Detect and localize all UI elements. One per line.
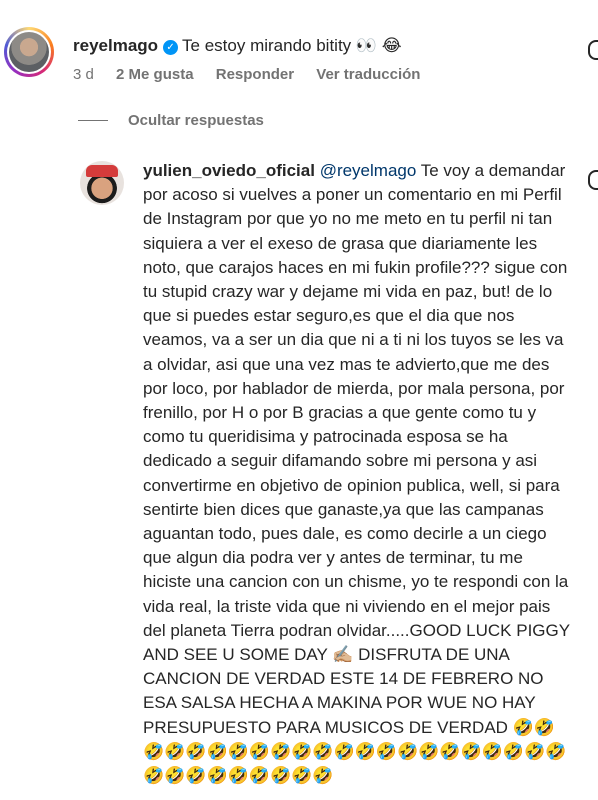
comment-username[interactable]: reyelmago: [73, 36, 158, 55]
profile-photo: [9, 32, 49, 72]
heart-outline-icon[interactable]: [588, 170, 598, 190]
reply-mention[interactable]: @reyelmago: [320, 161, 417, 180]
comment-header: reyelmago ✓ Te estoy mirando bitity 👀 😂: [73, 35, 402, 57]
likes-count[interactable]: 2 Me gusta: [116, 66, 194, 83]
avatar-yulien[interactable]: [80, 161, 124, 205]
avatar-reyelmago[interactable]: [4, 27, 54, 77]
reply-button[interactable]: Responder: [216, 66, 294, 83]
comment-meta: 3 d 2 Me gusta Responder Ver traducción: [73, 66, 438, 83]
heart-outline-icon[interactable]: [588, 40, 598, 60]
reply-comment: yulien_oviedo_oficial @reyelmago Te voy …: [143, 159, 573, 788]
hide-replies-label: Ocultar respuestas: [128, 112, 264, 129]
verified-badge-icon: ✓: [163, 40, 179, 55]
hide-replies-button[interactable]: Ocultar respuestas: [78, 112, 264, 129]
reply-username[interactable]: yulien_oviedo_oficial: [143, 161, 315, 180]
comment-time: 3 d: [73, 66, 94, 83]
comment-text: Te estoy mirando bitity 👀 😂: [182, 36, 402, 55]
reply-text: Te voy a demandar por acoso si vuelves a…: [143, 161, 574, 786]
divider-line: [78, 120, 108, 121]
translate-button[interactable]: Ver traducción: [316, 66, 420, 83]
